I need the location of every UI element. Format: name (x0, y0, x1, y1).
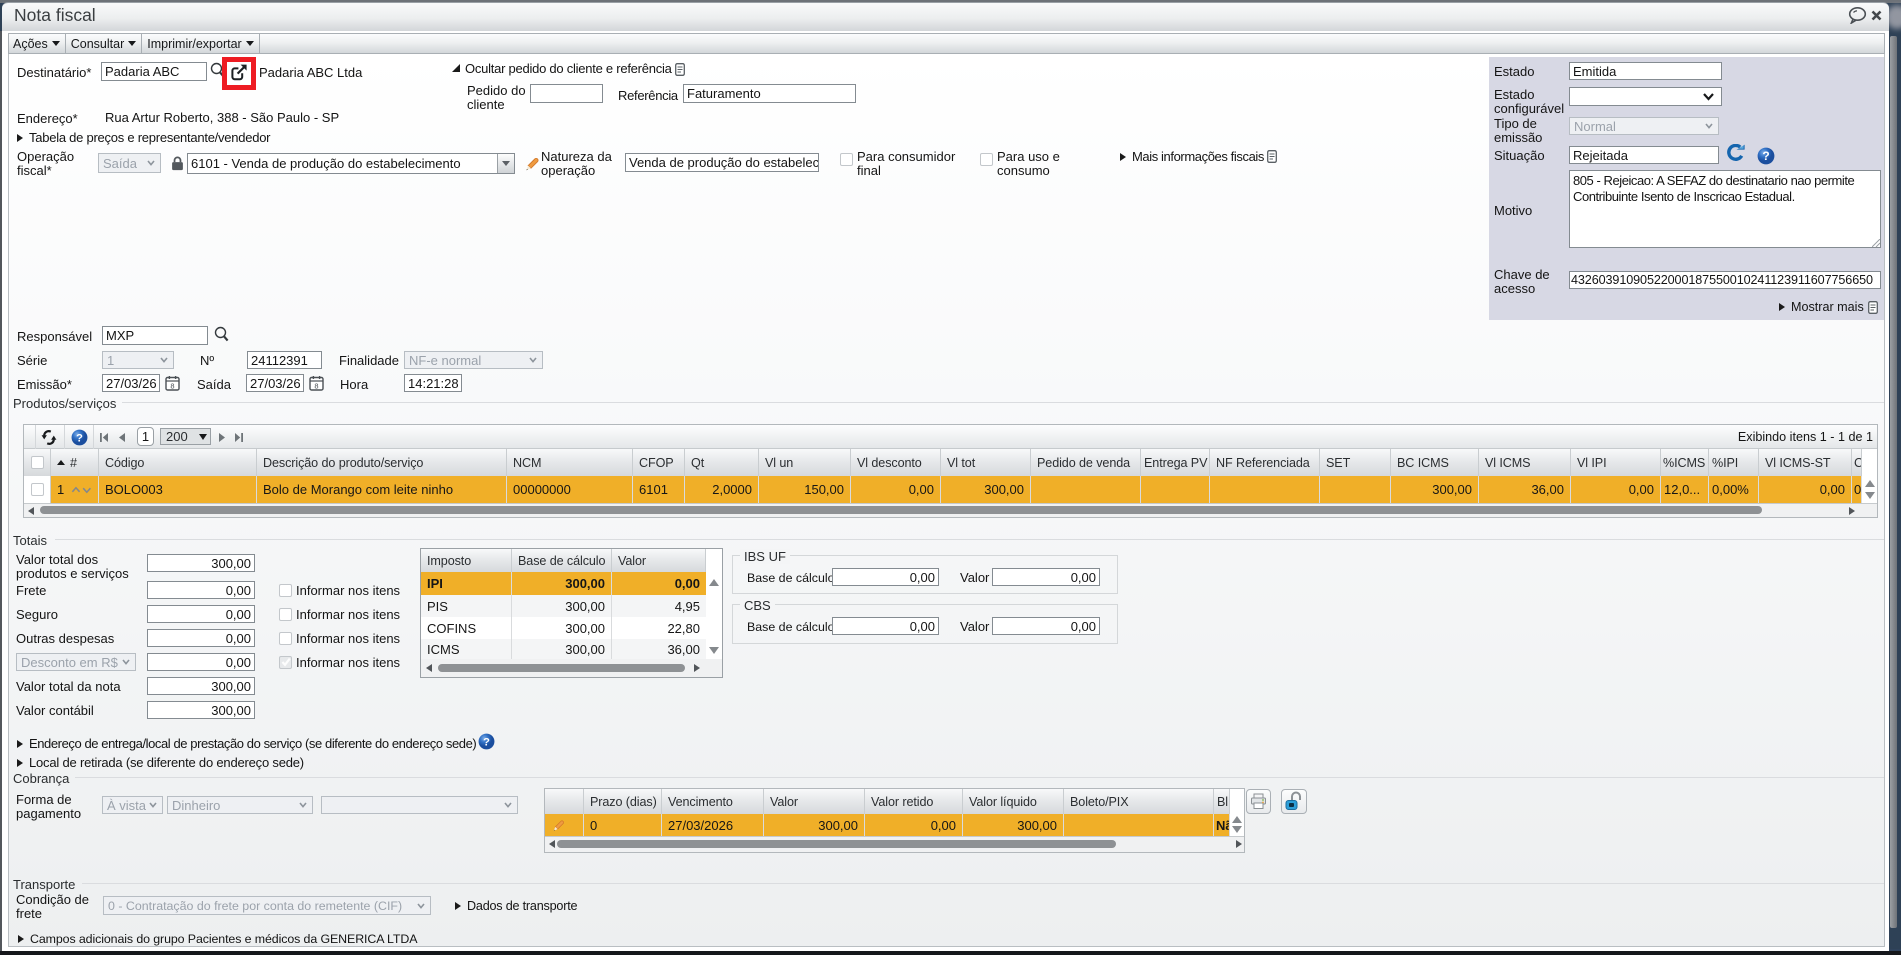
svg-text:8: 8 (170, 381, 174, 390)
svg-text:?: ? (76, 432, 83, 444)
svg-text:?: ? (1762, 149, 1769, 163)
svg-text:8: 8 (314, 381, 318, 390)
svg-text:?: ? (483, 736, 490, 748)
